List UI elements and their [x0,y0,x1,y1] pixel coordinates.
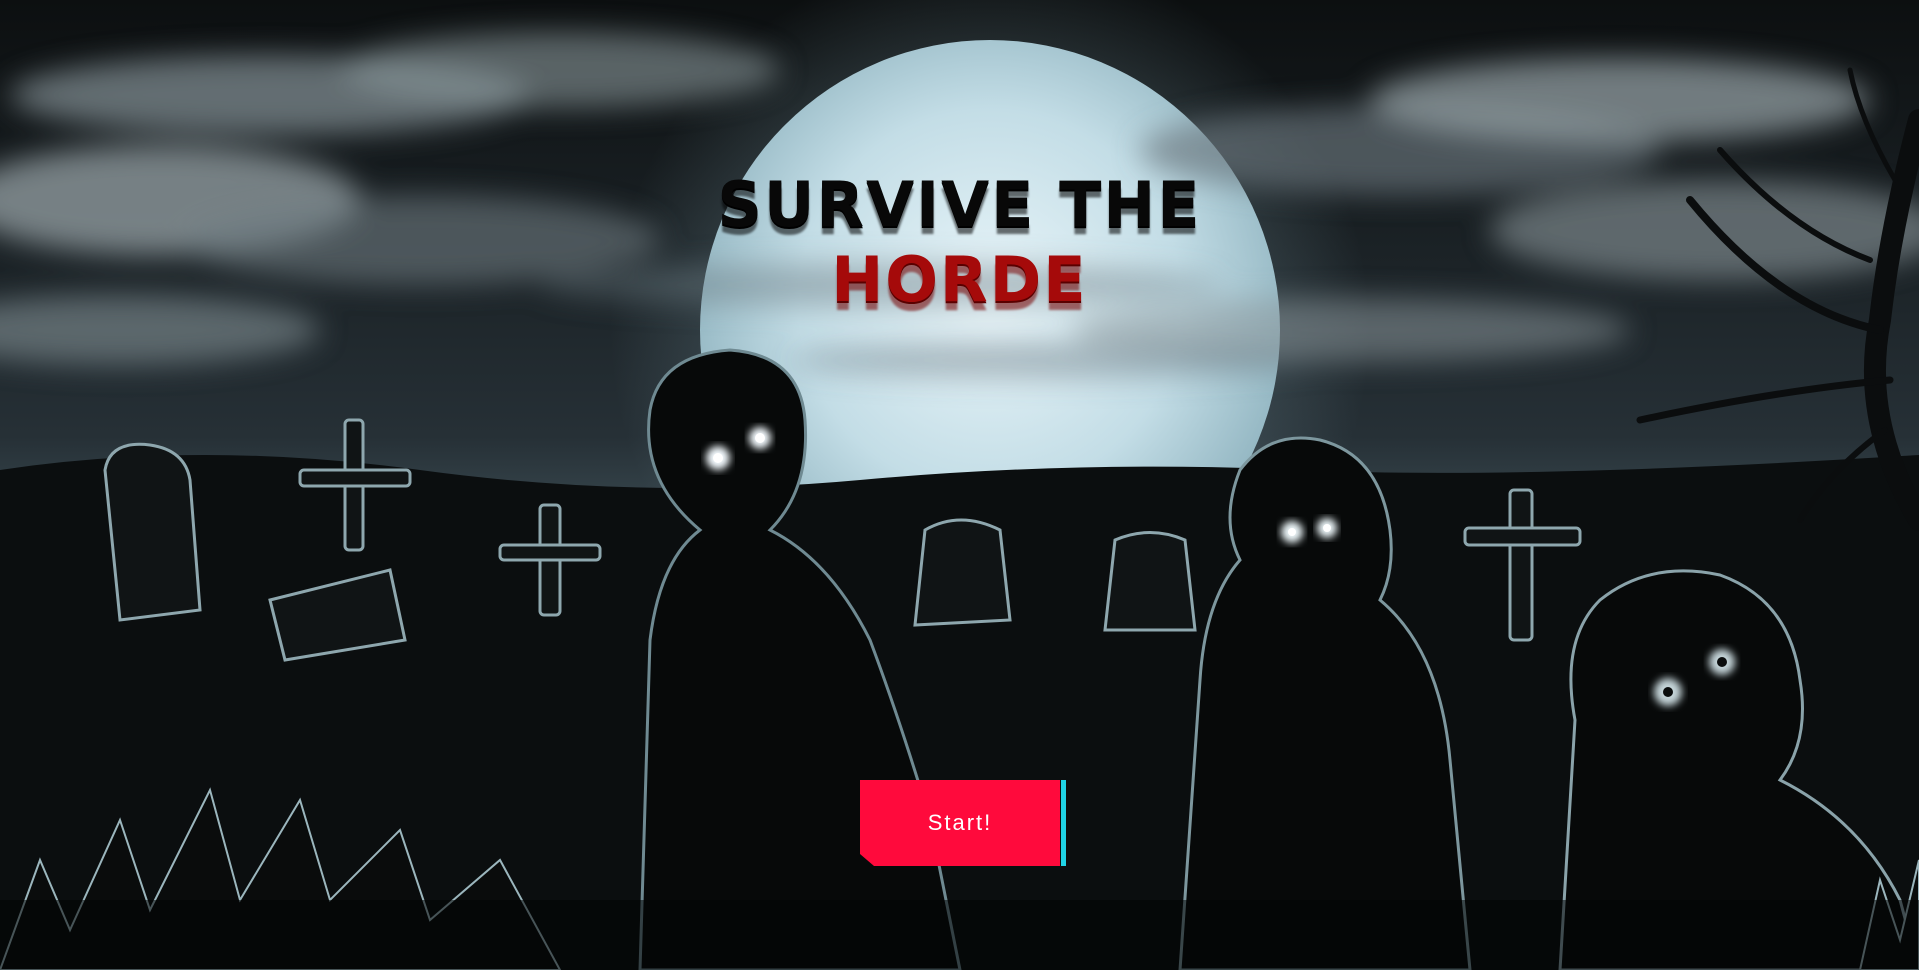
start-button[interactable]: Start! [860,780,1060,866]
start-button-accent [1061,780,1066,866]
title-screen: SURVIVE THE HORDE Start! [0,0,1919,970]
start-button-group: Start! [860,780,1067,866]
vignette-bottom [0,900,1919,970]
